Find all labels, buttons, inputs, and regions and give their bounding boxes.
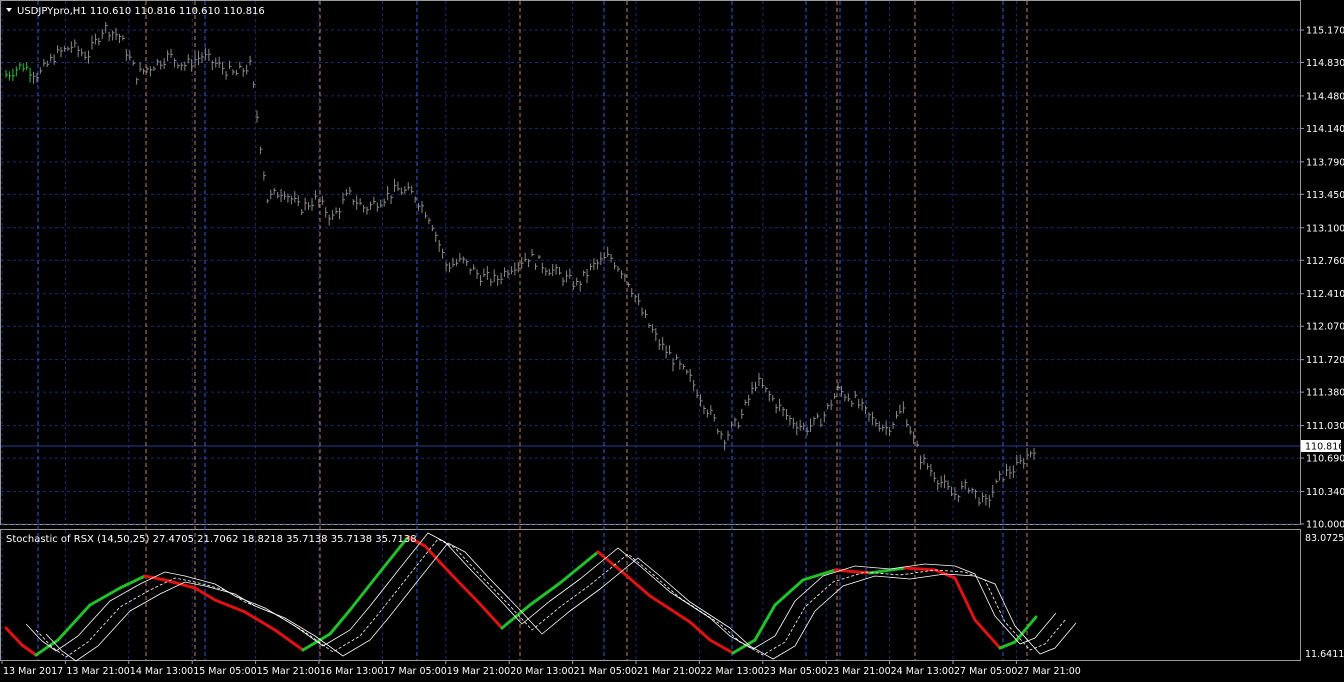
price-axis-label: 114.480 [1306,91,1344,102]
time-axis: 13 Mar 2017 13 Mar 21:00 14 Mar 13:00 15 Ma… [1,660,1081,677]
price-axis-label: 113.100 [1306,223,1344,234]
price-axis-label: 110.340 [1306,487,1344,498]
time-axis-label: 27 Mar 21:00 [1017,666,1080,677]
time-axis-label: 23 Mar 21:00 [827,666,890,677]
time-axis-label: 21 Mar 05:00 [574,666,637,677]
indicator-header: Stochastic of RSX (14,50,25) 27.4705 21.… [6,534,417,545]
time-axis-label: 13 Mar 2017 [3,666,63,677]
price-axis-label: 111.380 [1306,388,1344,399]
price-axis-label: 115.170 [1306,26,1344,37]
time-axis-label: 23 Mar 05:00 [764,666,827,677]
time-axis-label: 15 Mar 05:00 [193,666,256,677]
indicator-axis-top: 83.0725 [1305,533,1344,544]
time-axis-label: 20 Mar 13:00 [510,666,573,677]
price-axis-label: 111.030 [1306,421,1344,432]
time-axis-label: 19 Mar 21:00 [447,666,510,677]
price-axis-label: 112.760 [1306,256,1344,267]
time-axis-label: 22 Mar 13:00 [700,666,763,677]
price-axis-label: 111.720 [1306,355,1344,366]
time-axis-label: 17 Mar 05:00 [383,666,446,677]
price-axis-label: 112.070 [1306,322,1344,333]
time-axis-label: 14 Mar 13:00 [130,666,193,677]
time-axis-label: 13 Mar 21:00 [66,666,129,677]
rsx-down-segment [903,566,937,572]
time-axis-label: 24 Mar 13:00 [891,666,954,677]
time-axis-label: 21 Mar 21:00 [637,666,700,677]
time-axis-label: 15 Mar 21:00 [257,666,320,677]
trading-chart[interactable]: 115.170 114.830 114.480 114.140 113.790 113.4… [0,0,1344,682]
price-axis-label: 114.140 [1306,124,1344,135]
price-axis-label: 114.830 [1306,58,1344,69]
indicator-axis-bottom: 11.6411 [1305,649,1344,660]
price-axis: 115.170 114.830 114.480 114.140 113.790 113.4… [1300,26,1344,531]
price-axis-label: 112.410 [1306,289,1344,300]
symbol-header: USDJPYpro,H1 110.610 110.816 110.610 110… [17,6,265,17]
time-axis-label: 27 Mar 05:00 [954,666,1017,677]
price-axis-label: 110.690 [1306,454,1344,465]
current-price-label: 110.816 [1305,442,1344,453]
time-axis-label: 16 Mar 13:00 [320,666,383,677]
price-axis-label: 110.000 [1306,520,1344,531]
price-axis-label: 113.790 [1306,157,1344,168]
price-axis-label: 113.450 [1306,190,1344,201]
